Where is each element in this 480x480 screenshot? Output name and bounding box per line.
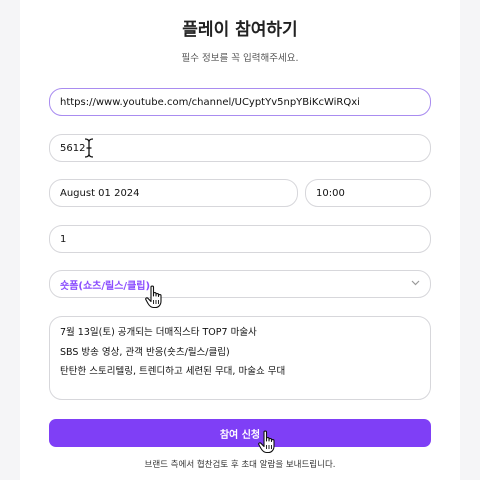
channel-url-value: https://www.youtube.com/channel/UCyptYv5…: [60, 96, 360, 108]
submit-button[interactable]: 참여 신청: [49, 419, 431, 447]
code-value: 5612: [60, 142, 86, 154]
count-input[interactable]: 1: [49, 225, 431, 253]
submit-button-label: 참여 신청: [219, 429, 261, 441]
page-title: 플레이 참여하기: [182, 20, 298, 40]
channel-url-input[interactable]: https://www.youtube.com/channel/UCyptYv5…: [49, 88, 431, 116]
code-input[interactable]: 5612: [49, 134, 431, 162]
page-subtitle: 필수 정보를 꼭 입력해주세요.: [181, 53, 299, 64]
time-input[interactable]: 10:00: [305, 179, 431, 207]
description-line: 탄탄한 스토리텔링, 트렌디하고 세련된 무대, 마술쇼 무대: [60, 366, 286, 377]
category-select[interactable]: 숏폼(쇼츠/릴스/클립): [49, 270, 431, 298]
footnote: 브랜드 측에서 협찬검토 후 초대 알람을 보내드립니다.: [144, 460, 336, 470]
date-input[interactable]: August 01 2024: [49, 179, 298, 207]
time-value: 10:00: [316, 187, 345, 199]
description-line: SBS 방송 영상, 관객 반응(숏츠/릴스/클립): [60, 346, 230, 358]
count-value: 1: [60, 233, 67, 245]
description-line: 7월 13일(토) 공개되는 더매직스타 TOP7 마술사: [60, 327, 257, 338]
category-selected-value: 숏폼(쇼츠/릴스/클립): [60, 280, 151, 292]
description-textarea[interactable]: 7월 13일(토) 공개되는 더매직스타 TOP7 마술사 SBS 방송 영상,…: [49, 316, 431, 400]
date-value: August 01 2024: [60, 187, 140, 199]
chevron-down-icon: [411, 279, 420, 289]
